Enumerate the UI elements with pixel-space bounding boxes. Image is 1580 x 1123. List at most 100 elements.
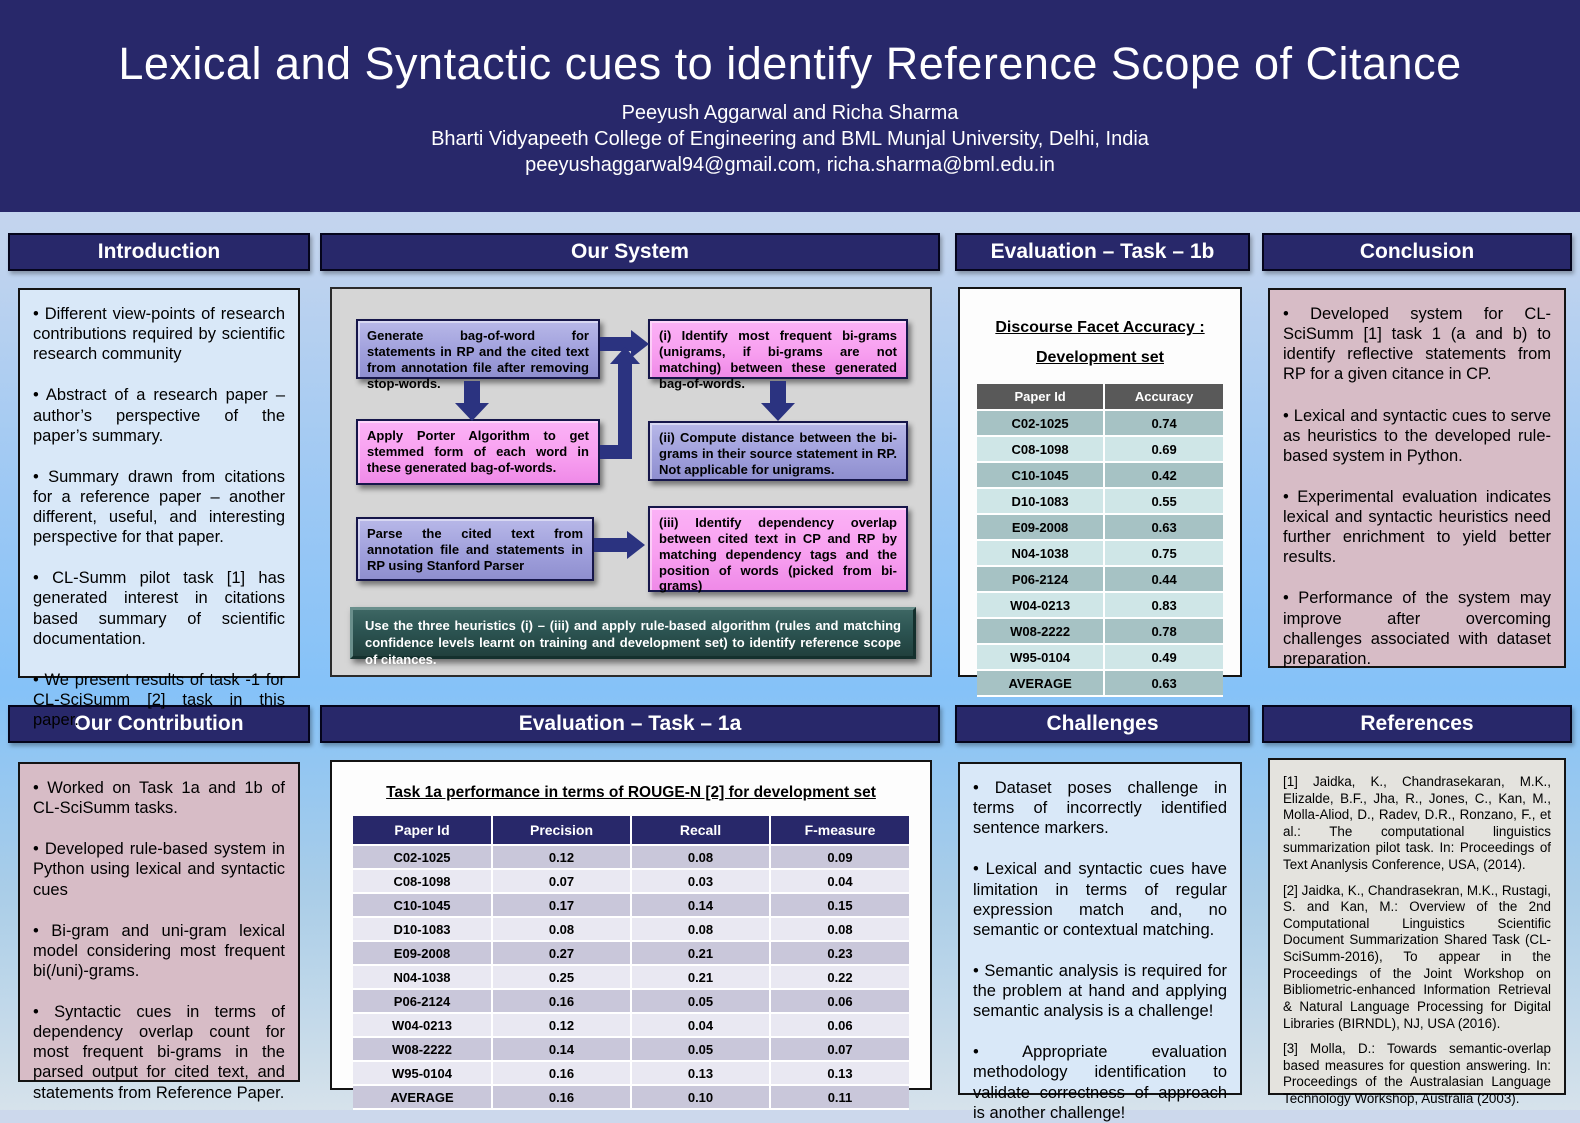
bullet-paragraph: • Semantic analysis is required for the …	[973, 961, 1227, 1021]
bullet-paragraph: • Appropriate evaluation methodology ide…	[973, 1042, 1227, 1123]
bullet-paragraph: • Lexical and syntactic cues have limita…	[973, 859, 1227, 940]
table-row: C10-10450.170.140.15	[353, 893, 909, 917]
table-row: W95-01040.160.130.13	[353, 1061, 909, 1085]
table-cell: 0.09	[770, 845, 909, 869]
table-row: C08-10980.69	[977, 436, 1223, 462]
table-cell: 0.25	[492, 965, 631, 989]
column-header: Accuracy	[1104, 384, 1223, 410]
table-cell: W95-0104	[977, 644, 1104, 670]
column-header: Recall	[631, 816, 770, 845]
section-header-references: References	[1262, 705, 1572, 743]
bullet-paragraph: • Different view-points of research cont…	[33, 304, 285, 364]
table-cell: 0.21	[631, 965, 770, 989]
table-cell: 0.06	[770, 989, 909, 1013]
authors-line: Peeyush Aggarwal and Richa Sharma	[622, 100, 959, 126]
table-row: C10-10450.42	[977, 462, 1223, 488]
table-cell: 0.75	[1104, 540, 1223, 566]
section-title: Conclusion	[1360, 240, 1474, 264]
column-header: Paper Id	[353, 816, 492, 845]
flow-step-porter: Apply Porter Algorithm to get stemmed fo…	[356, 419, 600, 485]
table-cell: W08-2222	[977, 618, 1104, 644]
table-row: C02-10250.120.080.09	[353, 845, 909, 869]
section-title: Our System	[571, 240, 689, 264]
table-row: C08-10980.070.030.04	[353, 869, 909, 893]
table-cell: 0.13	[631, 1061, 770, 1085]
evaluation-1b-title-line1: Discourse Facet Accuracy :	[970, 319, 1230, 337]
bullet-paragraph: [3] Molla, D.: Towards semantic-overlap …	[1283, 1041, 1551, 1107]
table-cell: 0.55	[1104, 488, 1223, 514]
evaluation-1a-title: Task 1a performance in terms of ROUGE-N …	[342, 784, 920, 802]
table-row: P06-21240.160.050.06	[353, 989, 909, 1013]
table-cell: W95-0104	[353, 1061, 492, 1085]
poster-root: { "header": { "title": "Lexical and Synt…	[0, 0, 1580, 1110]
table-row: W95-01040.49	[977, 644, 1223, 670]
table-cell: 0.04	[770, 869, 909, 893]
table-cell: 0.22	[770, 965, 909, 989]
table-cell: 0.05	[631, 989, 770, 1013]
section-header-introduction: Introduction	[8, 233, 310, 271]
section-title: Evaluation – Task – 1b	[991, 240, 1215, 264]
poster-header: Lexical and Syntactic cues to identify R…	[0, 0, 1580, 212]
table-cell: 0.03	[631, 869, 770, 893]
table-cell: 0.17	[492, 893, 631, 917]
table-row: E09-20080.63	[977, 514, 1223, 540]
table-cell: 0.15	[770, 893, 909, 917]
section-header-conclusion: Conclusion	[1262, 233, 1572, 271]
flow-heuristic-2: (ii) Compute distance between the bi-gra…	[648, 421, 908, 481]
table-cell: 0.63	[1104, 670, 1223, 696]
table-cell: 0.08	[492, 917, 631, 941]
table-cell: P06-2124	[977, 566, 1104, 592]
table-cell: 0.05	[631, 1037, 770, 1061]
table-cell: C02-1025	[353, 845, 492, 869]
bullet-paragraph: • Summary drawn from citations for a ref…	[33, 467, 285, 548]
section-header-our-system: Our System	[320, 233, 940, 271]
table-cell: 0.63	[1104, 514, 1223, 540]
table-cell: C02-1025	[977, 410, 1104, 436]
table-cell: C10-1045	[353, 893, 492, 917]
bullet-paragraph: • Worked on Task 1a and 1b of CL-SciSumm…	[33, 778, 285, 818]
section-header-challenges: Challenges	[955, 705, 1250, 743]
table-row: W08-22220.140.050.07	[353, 1037, 909, 1061]
table-header-row: Paper IdAccuracy	[977, 384, 1223, 410]
table-cell: 0.08	[770, 917, 909, 941]
table-cell: N04-1038	[977, 540, 1104, 566]
bullet-paragraph: • Developed system for CL-SciSumm [1] ta…	[1283, 304, 1551, 385]
table-row: W04-02130.83	[977, 592, 1223, 618]
flow-heuristic-1: (i) Identify most frequent bi-grams (uni…	[648, 319, 908, 379]
conclusion-box: • Developed system for CL-SciSumm [1] ta…	[1268, 288, 1566, 668]
table-cell: 0.07	[770, 1037, 909, 1061]
table-row: N04-10380.250.210.22	[353, 965, 909, 989]
table-row: P06-21240.44	[977, 566, 1223, 592]
table-cell: N04-1038	[353, 965, 492, 989]
bullet-paragraph: • Developed rule-based system in Python …	[33, 839, 285, 899]
table-row: AVERAGE0.160.100.11	[353, 1085, 909, 1109]
table-cell: 0.27	[492, 941, 631, 965]
table-cell: 0.74	[1104, 410, 1223, 436]
column-header: Paper Id	[977, 384, 1104, 410]
table-cell: 0.07	[492, 869, 631, 893]
section-title: Evaluation – Task – 1a	[519, 712, 742, 736]
table-row: E09-20080.270.210.23	[353, 941, 909, 965]
bullet-paragraph: • Performance of the system may improve …	[1283, 588, 1551, 669]
section-title: Introduction	[98, 240, 220, 264]
table-cell: W04-0213	[353, 1013, 492, 1037]
table-cell: P06-2124	[353, 989, 492, 1013]
flow-step-parse: Parse the cited text from annotation fil…	[356, 517, 594, 581]
references-box: [1] Jaidka, K., Chandrasekaran, M.K., El…	[1268, 758, 1566, 1095]
bullet-paragraph: [1] Jaidka, K., Chandrasekaran, M.K., El…	[1283, 774, 1551, 874]
table-cell: 0.21	[631, 941, 770, 965]
introduction-box: • Different view-points of research cont…	[18, 288, 300, 678]
table-cell: 0.08	[631, 917, 770, 941]
our-contribution-box: • Worked on Task 1a and 1b of CL-SciSumm…	[18, 762, 300, 1082]
flow-rule-note: Use the three heuristics (i) – (iii) and…	[350, 607, 916, 659]
table-cell: 0.10	[631, 1085, 770, 1109]
table-cell: 0.13	[770, 1061, 909, 1085]
table-cell: C08-1098	[353, 869, 492, 893]
table-header-row: Paper IdPrecisionRecallF-measure	[353, 816, 909, 845]
bullet-paragraph: • Experimental evaluation indicates lexi…	[1283, 487, 1551, 568]
bullet-paragraph: • We present results of task -1 for CL-S…	[33, 670, 285, 730]
table-cell: AVERAGE	[977, 670, 1104, 696]
section-header-evaluation-1a: Evaluation – Task – 1a	[320, 705, 940, 743]
evaluation-1a-panel: Task 1a performance in terms of ROUGE-N …	[330, 760, 932, 1090]
table-cell: E09-2008	[977, 514, 1104, 540]
